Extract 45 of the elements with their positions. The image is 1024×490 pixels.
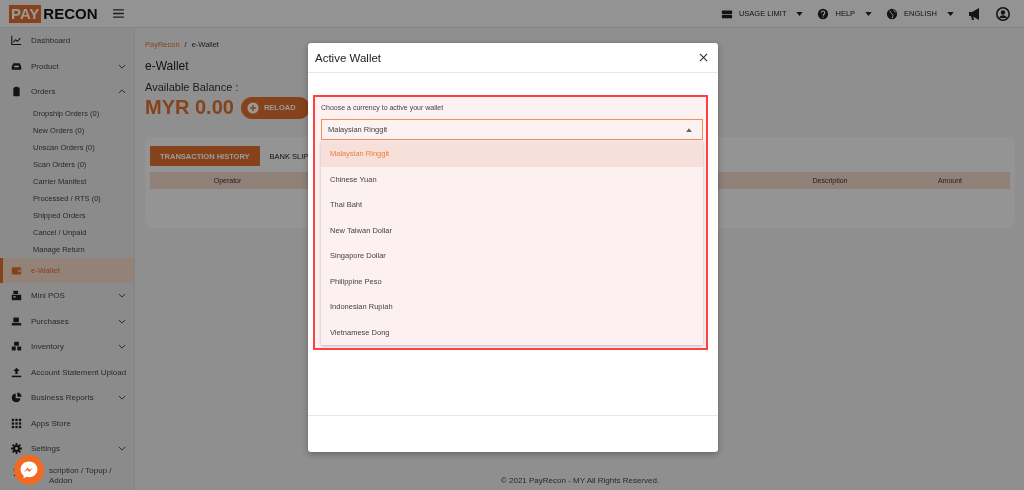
chevron-down-icon (118, 344, 126, 350)
tray-icon (11, 60, 22, 72)
menu-icon[interactable] (113, 9, 124, 18)
grid-icon (11, 417, 22, 429)
caret-icon (865, 11, 873, 16)
sidebar-item[interactable]: Mini POS (0, 283, 134, 309)
chart-icon (11, 35, 22, 47)
balance-amount: MYR 0.00 (145, 96, 234, 119)
page-title: e-Wallet (145, 59, 190, 73)
account-icon[interactable] (996, 6, 1010, 21)
pie-chart-icon (11, 392, 22, 404)
modal-title: Active Wallet (315, 51, 382, 64)
help-icon (817, 7, 830, 20)
sidebar-item[interactable]: Account Statement Upload (0, 359, 134, 385)
chevron-down-icon (118, 293, 126, 299)
chevron-down-icon (118, 446, 126, 452)
sidebar-item[interactable]: Orders (0, 79, 134, 105)
chat-button[interactable] (14, 455, 44, 485)
globe-icon (886, 7, 899, 20)
boxes-icon (11, 315, 22, 327)
caret-icon (796, 11, 804, 16)
wallet-icon (11, 264, 22, 276)
chevron-down-icon (118, 395, 126, 401)
logo: PAY RECON (9, 4, 98, 23)
footer-text: © 2021 PayRecon - MY All Rights Reserved. (499, 476, 661, 487)
settings-icon (11, 443, 22, 455)
sidebar-item[interactable]: Inventory (0, 334, 134, 360)
sidebar-item[interactable]: Dashboard (0, 28, 134, 54)
plus-icon (246, 101, 259, 114)
boxes-icon (11, 341, 22, 353)
close-icon[interactable] (699, 53, 708, 62)
chevron-up-icon (118, 89, 126, 95)
sidebar-item[interactable]: Product (0, 53, 134, 79)
chevron-down-icon (118, 318, 126, 324)
clipboard-icon (11, 86, 22, 98)
caret-icon (947, 11, 954, 16)
upload-icon (11, 366, 22, 378)
balance-label: Available Balance : (145, 81, 240, 93)
sidebar-item[interactable]: Purchases (0, 308, 134, 334)
megaphone-icon[interactable] (968, 6, 982, 21)
caret-up-icon (686, 127, 692, 132)
chevron-down-icon (118, 63, 126, 69)
sidebar-item[interactable]: Business Reports (0, 385, 134, 411)
register-icon (11, 290, 22, 302)
sidebar-item[interactable]: Apps Store (0, 410, 134, 436)
